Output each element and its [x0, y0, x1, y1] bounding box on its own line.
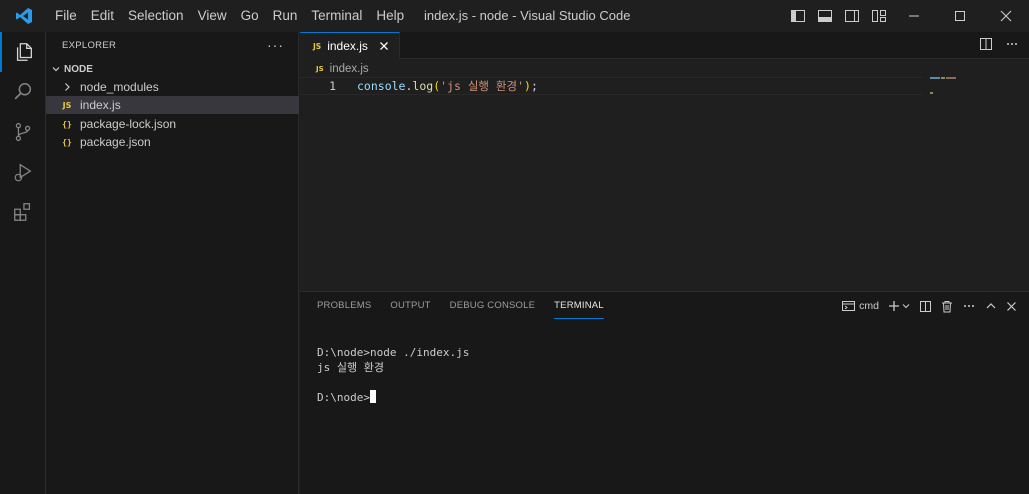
js-file-icon: JS	[316, 65, 324, 73]
shell-label: cmd	[859, 300, 879, 312]
tab-label: index.js	[327, 39, 368, 53]
activity-bar	[0, 32, 46, 494]
maximize-icon[interactable]	[937, 0, 983, 32]
line-number: 1	[329, 79, 336, 93]
panel-tabs: PROBLEMS OUTPUT DEBUG CONSOLE TERMINAL	[317, 292, 623, 320]
menu-selection[interactable]: Selection	[121, 0, 191, 32]
toggle-panel-icon[interactable]	[816, 7, 834, 25]
tree-item-label: package.json	[80, 135, 151, 149]
js-file-icon: JS	[313, 41, 322, 51]
code-token-function: log	[412, 79, 434, 93]
menu-run[interactable]: Run	[266, 0, 305, 32]
vscode-logo-icon	[0, 0, 48, 32]
terminal-icon	[842, 301, 856, 311]
editor-area: JS index.js JS index.js 1 console.log('j…	[300, 32, 1029, 291]
customize-layout-icon[interactable]	[870, 7, 888, 25]
close-window-icon[interactable]	[983, 0, 1029, 32]
extensions-icon[interactable]	[0, 192, 46, 232]
split-editor-icon[interactable]	[979, 37, 993, 54]
new-terminal-icon[interactable]	[888, 300, 910, 312]
tab-debug-console[interactable]: DEBUG CONSOLE	[450, 292, 535, 320]
window-title: index.js - node - Visual Studio Code	[424, 8, 631, 23]
terminal-cursor	[369, 390, 376, 403]
editor-actions	[979, 32, 1019, 59]
explorer-title: EXPLORER	[62, 40, 117, 51]
run-debug-icon[interactable]	[0, 152, 46, 192]
maximize-panel-icon[interactable]	[985, 300, 997, 312]
chevron-right-icon	[60, 82, 74, 92]
layout-controls	[789, 0, 888, 32]
more-actions-icon[interactable]	[1005, 37, 1019, 54]
bottom-panel: PROBLEMS OUTPUT DEBUG CONSOLE TERMINAL c…	[300, 291, 1029, 494]
minimize-icon[interactable]	[891, 0, 937, 32]
terminal-prompt-line: D:\node>	[317, 390, 469, 405]
toggle-primary-sidebar-icon[interactable]	[789, 7, 807, 25]
close-panel-icon[interactable]	[1006, 301, 1017, 312]
kill-terminal-icon[interactable]	[941, 300, 953, 313]
tree-item-package-lock-json[interactable]: {} package-lock.json	[46, 115, 299, 133]
tree-item-node-modules[interactable]: node_modules	[46, 78, 299, 96]
menu-file[interactable]: File	[48, 0, 84, 32]
menu-go[interactable]: Go	[234, 0, 266, 32]
explorer-sidebar: EXPLORER ··· NODE node_modules JS index.…	[46, 32, 299, 494]
source-control-icon[interactable]	[0, 112, 46, 152]
menu-edit[interactable]: Edit	[84, 0, 121, 32]
tree-item-label: index.js	[80, 98, 121, 112]
menu-view[interactable]: View	[191, 0, 234, 32]
toggle-secondary-sidebar-icon[interactable]	[843, 7, 861, 25]
menu-terminal[interactable]: Terminal	[304, 0, 369, 32]
split-terminal-icon[interactable]	[919, 300, 932, 313]
js-file-icon: JS	[62, 100, 72, 110]
more-actions-icon[interactable]	[962, 299, 976, 313]
tree-item-label: package-lock.json	[80, 117, 177, 131]
code-token-object: console	[357, 79, 406, 93]
folder-section-header[interactable]: NODE	[46, 60, 299, 78]
tree-item-index-js[interactable]: JS index.js	[46, 96, 299, 114]
minimap[interactable]	[930, 77, 960, 94]
tree-item-package-json[interactable]: {} package.json	[46, 133, 299, 151]
more-actions-icon[interactable]: ···	[267, 32, 284, 60]
menu-help[interactable]: Help	[369, 0, 411, 32]
terminal-prompt: D:\node>	[317, 391, 370, 404]
search-icon[interactable]	[0, 72, 46, 112]
code-line[interactable]: console.log('js 실행 환경');	[357, 77, 538, 95]
close-tab-icon[interactable]	[376, 38, 392, 54]
tab-output[interactable]: OUTPUT	[390, 292, 430, 320]
terminal-line: js 실행 환경	[317, 361, 384, 374]
menu-bar: File Edit Selection View Go Run Terminal…	[48, 0, 411, 32]
code-token-string: 'js 실행 환경'	[440, 79, 524, 93]
title-bar: File Edit Selection View Go Run Terminal…	[0, 0, 1029, 32]
breadcrumb[interactable]: JS index.js	[316, 60, 369, 78]
editor-tab-bar: JS index.js	[300, 32, 1029, 59]
folder-section-label: NODE	[64, 63, 93, 75]
tab-terminal[interactable]: TERMINAL	[554, 292, 604, 320]
json-file-icon: {}	[62, 119, 72, 129]
terminal-line: D:\node>node ./index.js	[317, 346, 470, 359]
window-controls	[891, 0, 1029, 32]
tab-problems[interactable]: PROBLEMS	[317, 292, 371, 320]
tree-item-label: node_modules	[80, 80, 159, 94]
code-token-close-paren: )	[524, 79, 531, 93]
code-token-semicolon: ;	[530, 79, 538, 93]
panel-actions: cmd	[833, 292, 1017, 320]
chevron-down-icon	[48, 64, 64, 74]
explorer-icon[interactable]	[0, 32, 46, 72]
terminal-shell-selector[interactable]: cmd	[842, 300, 879, 312]
json-file-icon: {}	[62, 137, 72, 147]
tab-index-js[interactable]: JS index.js	[300, 32, 400, 59]
terminal-output[interactable]: D:\node>node ./index.js js 실행 환경 D:\node>	[317, 345, 469, 405]
breadcrumb-file[interactable]: index.js	[330, 63, 369, 75]
